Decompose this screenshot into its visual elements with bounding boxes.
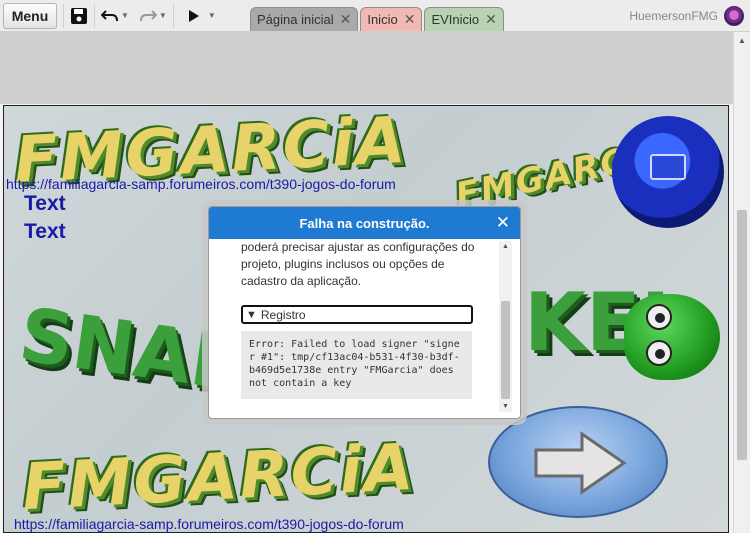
toolbar-separator [172,3,174,28]
error-log: Error: Failed to load signer "signer #1"… [241,331,472,399]
redo-icon[interactable]: ▼ [139,3,167,29]
play-icon[interactable]: ▼ [188,3,216,29]
scrollbar-thumb[interactable] [737,210,747,460]
save-icon[interactable] [70,3,88,29]
snake-eye [646,304,672,330]
scroll-up-icon[interactable]: ▲ [502,243,509,250]
details-toggle[interactable]: ▼ Registro [241,305,473,324]
close-icon[interactable]: ✕ [485,11,497,28]
arrow-right-button[interactable] [488,406,668,518]
chevron-down-icon[interactable]: ▼ [121,11,129,20]
close-icon[interactable]: ✕ [404,11,416,28]
tab-pagina-inicial[interactable]: Página inicial ✕ [250,7,359,31]
page-scrollbar[interactable]: ▲ [733,32,750,533]
dialog-body: poderá precisar ajustar as configurações… [217,239,515,414]
avatar[interactable] [724,6,744,26]
scrollbar-thumb[interactable] [501,301,510,399]
tab-evinicio[interactable]: EVInicio ✕ [424,7,504,31]
toolbar-separator [94,3,95,28]
monitor-icon [650,154,686,180]
tab-inicio[interactable]: Inicio ✕ [360,7,423,31]
tab-bar: Página inicial ✕ Inicio ✕ EVInicio ✕ [250,7,504,31]
snake-eye [646,340,672,366]
triangle-down-icon: ▼ [246,308,257,321]
close-icon[interactable]: ✕ [496,213,510,233]
dialog-scrollbar[interactable]: ▲ ▼ [499,241,512,412]
dialog-title: Falha na construção. [299,215,430,231]
tab-label: Página inicial [257,12,334,27]
build-error-dialog: Falha na construção. ✕ poderá precisar a… [208,206,521,419]
logo-fmgarcia-bottom: FMGARCiA [20,430,417,526]
tab-label: Inicio [367,12,398,27]
dialog-message: poderá precisar ajustar as configurações… [241,240,475,288]
user-name[interactable]: HuemersonFMG [629,9,718,23]
editor-strip [0,32,733,104]
chevron-down-icon[interactable]: ▼ [159,11,167,20]
arrow-right-icon [534,431,627,495]
chevron-down-icon[interactable]: ▼ [208,11,216,20]
menu-button[interactable]: Menu [3,2,57,29]
close-icon[interactable]: ✕ [340,11,352,28]
forum-link-bottom[interactable]: https://familiagarcia-samp.forumeiros.co… [14,516,404,532]
game-text-1: Text [24,192,66,215]
details-label: Registro [260,307,306,322]
toolbar-separator [63,3,64,28]
forum-link-top[interactable]: https://familiagarcia-samp.forumeiros.co… [6,176,396,192]
snake-head-icon [624,294,720,380]
dialog-header: Falha na construção. ✕ [209,207,520,239]
undo-icon[interactable]: ▼ [101,3,129,29]
scroll-down-icon[interactable]: ▼ [502,403,509,410]
tab-label: EVInicio [431,12,480,27]
game-text-2: Text [24,220,66,243]
scroll-up-icon[interactable]: ▲ [738,36,746,45]
computer-orb-icon[interactable] [612,116,724,228]
